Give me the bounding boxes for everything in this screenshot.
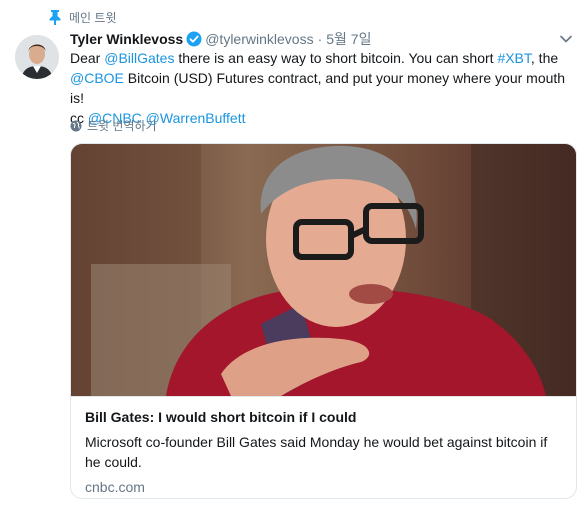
mention-cboe-link[interactable]: @CBOE — [70, 70, 124, 86]
tweet-text-segment: , the — [530, 50, 559, 66]
hashtag-xbt-link[interactable]: #XBT — [497, 50, 530, 66]
tweet-text: Dear @BillGates there is an easy way to … — [70, 48, 578, 128]
chevron-down-icon[interactable] — [559, 32, 573, 46]
tweet-text-segment: there is an easy way to short bitcoin. Y… — [174, 50, 498, 66]
mention-warrenbuffett-link[interactable]: @WarrenBuffett — [146, 110, 246, 126]
author-name[interactable]: Tyler Winklevoss — [70, 31, 183, 47]
avatar[interactable] — [15, 35, 59, 79]
pin-icon — [48, 9, 62, 25]
pinned-tweet-indicator: 메인 트윗 — [48, 9, 117, 25]
separator-dot: · — [317, 31, 323, 47]
card-domain: cnbc.com — [85, 479, 145, 495]
mention-billgates-link[interactable]: @BillGates — [104, 50, 174, 66]
tweet-date[interactable]: 5월 7일 — [326, 29, 371, 49]
card-image — [71, 144, 576, 397]
pinned-label: 메인 트윗 — [69, 10, 117, 25]
card-description: Microsoft co-founder Bill Gates said Mon… — [85, 434, 548, 470]
translate-label: 트윗 번역하기 — [87, 119, 157, 133]
card-title: Bill Gates: I would short bitcoin if I c… — [85, 409, 357, 425]
tweet-text-segment: Dear — [70, 50, 105, 66]
translate-tweet-link[interactable]: 트윗 번역하기 — [70, 117, 157, 134]
globe-icon — [70, 120, 82, 132]
tweet-text-segment: Bitcoin (USD) Futures contract, and put … — [70, 70, 566, 106]
card-body: Bill Gates: I would short bitcoin if I c… — [71, 397, 576, 497]
tweet-header: Tyler Winklevoss @tylerwinklevoss · 5월 7… — [70, 29, 545, 49]
author-handle[interactable]: @tylerwinklevoss — [205, 31, 313, 47]
verified-badge-icon — [186, 31, 202, 47]
link-preview-card[interactable]: Bill Gates: I would short bitcoin if I c… — [70, 143, 577, 499]
